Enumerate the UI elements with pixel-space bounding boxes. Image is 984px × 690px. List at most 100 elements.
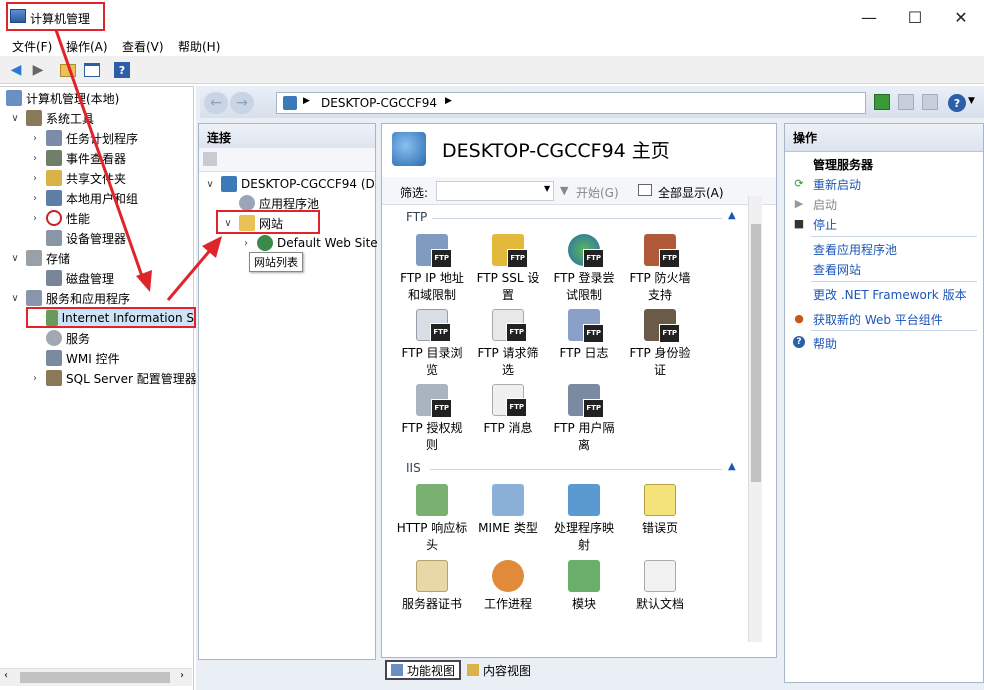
feature-ftp-messages[interactable]: FTP FTP 消息 [472, 384, 544, 437]
tree-services[interactable]: 服务 [46, 328, 90, 348]
menu-help[interactable]: 帮助(H) [178, 38, 220, 55]
feature-handler[interactable]: 处理程序映射 [548, 484, 620, 554]
expand-chevron-icon[interactable]: › [239, 238, 253, 249]
stop-icon[interactable] [898, 94, 914, 110]
tree-event-viewer[interactable]: › 事件查看器 [28, 148, 126, 168]
iis-icon [46, 310, 58, 326]
tree-device-manager[interactable]: 设备管理器 [46, 228, 126, 248]
forward-nav-icon[interactable]: → [230, 92, 254, 114]
folder-up-icon[interactable] [58, 60, 78, 80]
connect-icon[interactable] [203, 152, 217, 166]
menu-view[interactable]: 查看(V) [122, 38, 164, 55]
tree-iis[interactable]: Internet Information S [46, 308, 194, 328]
close-button[interactable]: ✕ [938, 0, 984, 34]
menu-file[interactable]: 文件(F) [12, 38, 52, 55]
action-change-net[interactable]: 更改 .NET Framework 版本 [813, 286, 967, 303]
collapse-chevron-icon[interactable]: ∨ [221, 218, 235, 229]
feature-ftp-directory[interactable]: FTP FTP 目录浏览 [396, 309, 468, 379]
action-restart[interactable]: 重新启动 [813, 176, 861, 193]
scroll-right-icon[interactable]: › [180, 670, 184, 681]
expand-chevron-icon[interactable]: › [28, 133, 42, 144]
menu-action[interactable]: 操作(A) [66, 38, 108, 55]
feature-ftp-request[interactable]: FTP FTP 请求筛选 [472, 309, 544, 379]
scroll-left-icon[interactable]: ‹ [4, 670, 8, 681]
home-icon[interactable] [922, 94, 938, 110]
action-get-components[interactable]: 获取新的 Web 平台组件 [813, 311, 943, 328]
feature-label: 支持 [647, 288, 672, 302]
address-box[interactable]: ▶ DESKTOP-CGCCF94 ▶ [276, 92, 866, 114]
tree-task-scheduler[interactable]: › 任务计划程序 [28, 128, 138, 148]
collapse-chevron-icon[interactable]: ∨ [8, 293, 22, 304]
tree-services-apps[interactable]: ∨ 服务和应用程序 [8, 288, 130, 308]
filter-input[interactable] [436, 181, 554, 201]
refresh-icon[interactable] [874, 94, 890, 110]
feature-ftp-ip[interactable]: FTP FTP IP 地址 和域限制 [396, 234, 468, 304]
feature-ftp-ssl[interactable]: FTP FTP SSL 设置 [472, 234, 544, 304]
feature-ftp-isolation[interactable]: FTP FTP 用户隔离 [548, 384, 620, 454]
feature-server-certs[interactable]: 服务器证书 [396, 560, 468, 613]
conn-server-node[interactable]: ∨ DESKTOP-CGCCF94 (D [203, 174, 375, 194]
expand-chevron-icon[interactable]: › [28, 213, 42, 224]
action-start[interactable]: 启动 [813, 196, 837, 213]
collapse-chevron-icon[interactable]: ∨ [203, 179, 217, 190]
conn-app-pools[interactable]: 应用程序池 [239, 193, 319, 213]
dropdown-arrow-icon[interactable]: ▼ [544, 184, 550, 193]
scrollbar-thumb[interactable] [751, 224, 761, 482]
tree-wmi[interactable]: WMI 控件 [46, 348, 120, 368]
expand-chevron-icon[interactable]: › [28, 153, 42, 164]
tree-disk-management[interactable]: 磁盘管理 [46, 268, 114, 288]
start-button[interactable]: 开始(G) [576, 184, 619, 201]
feature-ftp-logon[interactable]: FTP FTP 登录尝 试限制 [548, 234, 620, 304]
feature-ftp-firewall[interactable]: FTP FTP 防火墙 支持 [624, 234, 696, 304]
collapse-section-icon[interactable]: ▲ [728, 461, 736, 472]
back-arrow-icon[interactable]: ◀ [6, 60, 26, 80]
tree-system-tools[interactable]: ∨ 系统工具 [8, 108, 94, 128]
feature-label: 错误页 [641, 521, 678, 535]
collapse-chevron-icon[interactable]: ∨ [8, 113, 22, 124]
help-icon[interactable]: ? [112, 60, 132, 80]
feature-default-doc[interactable]: 默认文档 [624, 560, 696, 613]
back-nav-icon[interactable]: ← [204, 92, 228, 114]
show-all-button[interactable]: 全部显示(A) [658, 184, 724, 201]
server-icon [221, 176, 237, 192]
action-stop[interactable]: 停止 [813, 216, 837, 233]
feature-ftp-authz[interactable]: FTP FTP 授权规则 [396, 384, 468, 454]
feature-modules[interactable]: 模块 [548, 560, 620, 613]
conn-default-site[interactable]: › Default Web Site [239, 233, 378, 253]
help-icon[interactable]: ? [948, 94, 966, 112]
toolbar: ◀ ▶ ? [0, 56, 984, 84]
tree-sql-server[interactable]: › SQL Server 配置管理器 [28, 368, 197, 388]
horizontal-scrollbar[interactable]: ‹ › [0, 668, 192, 686]
forward-arrow-icon[interactable]: ▶ [28, 60, 48, 80]
feature-worker-processes[interactable]: 工作进程 [472, 560, 544, 613]
feature-ftp-auth[interactable]: FTP FTP 身份验证 [624, 309, 696, 379]
tab-content-view[interactable]: 内容视图 [463, 660, 535, 680]
feature-error-pages[interactable]: 错误页 [624, 484, 696, 537]
feature-label: 服务器证书 [401, 597, 462, 611]
expand-chevron-icon[interactable]: › [28, 173, 42, 184]
tree-performance[interactable]: › 性能 [28, 208, 90, 228]
dropdown-arrow-icon[interactable]: ▼ [968, 96, 975, 106]
show-console-tree-icon[interactable] [82, 60, 102, 80]
action-help[interactable]: 帮助 [813, 335, 837, 352]
conn-sites[interactable]: ∨ 网站 [221, 213, 283, 233]
vertical-scrollbar[interactable] [748, 196, 762, 642]
collapse-section-icon[interactable]: ▲ [728, 210, 736, 221]
feature-mime[interactable]: MIME 类型 [472, 484, 544, 537]
feature-ftp-log[interactable]: FTP FTP 日志 [548, 309, 620, 362]
tab-features-view[interactable]: 功能视图 [385, 660, 462, 680]
tree-storage[interactable]: ∨ 存储 [8, 248, 70, 268]
minimize-button[interactable]: — [846, 0, 892, 34]
breadcrumb-server[interactable]: DESKTOP-CGCCF94 [321, 96, 437, 110]
tree-local-users[interactable]: › 本地用户和组 [28, 188, 138, 208]
feature-http-headers[interactable]: HTTP 响应标头 [396, 484, 468, 554]
collapse-chevron-icon[interactable]: ∨ [8, 253, 22, 264]
action-view-sites[interactable]: 查看网站 [813, 261, 861, 278]
tree-shared-folders[interactable]: › 共享文件夹 [28, 168, 126, 188]
expand-chevron-icon[interactable]: › [28, 193, 42, 204]
tree-root[interactable]: 计算机管理(本地) [6, 88, 119, 108]
expand-chevron-icon[interactable]: › [28, 373, 42, 384]
scrollbar-thumb[interactable] [20, 672, 170, 683]
maximize-button[interactable]: ☐ [892, 0, 938, 34]
action-view-app-pools[interactable]: 查看应用程序池 [813, 241, 897, 258]
